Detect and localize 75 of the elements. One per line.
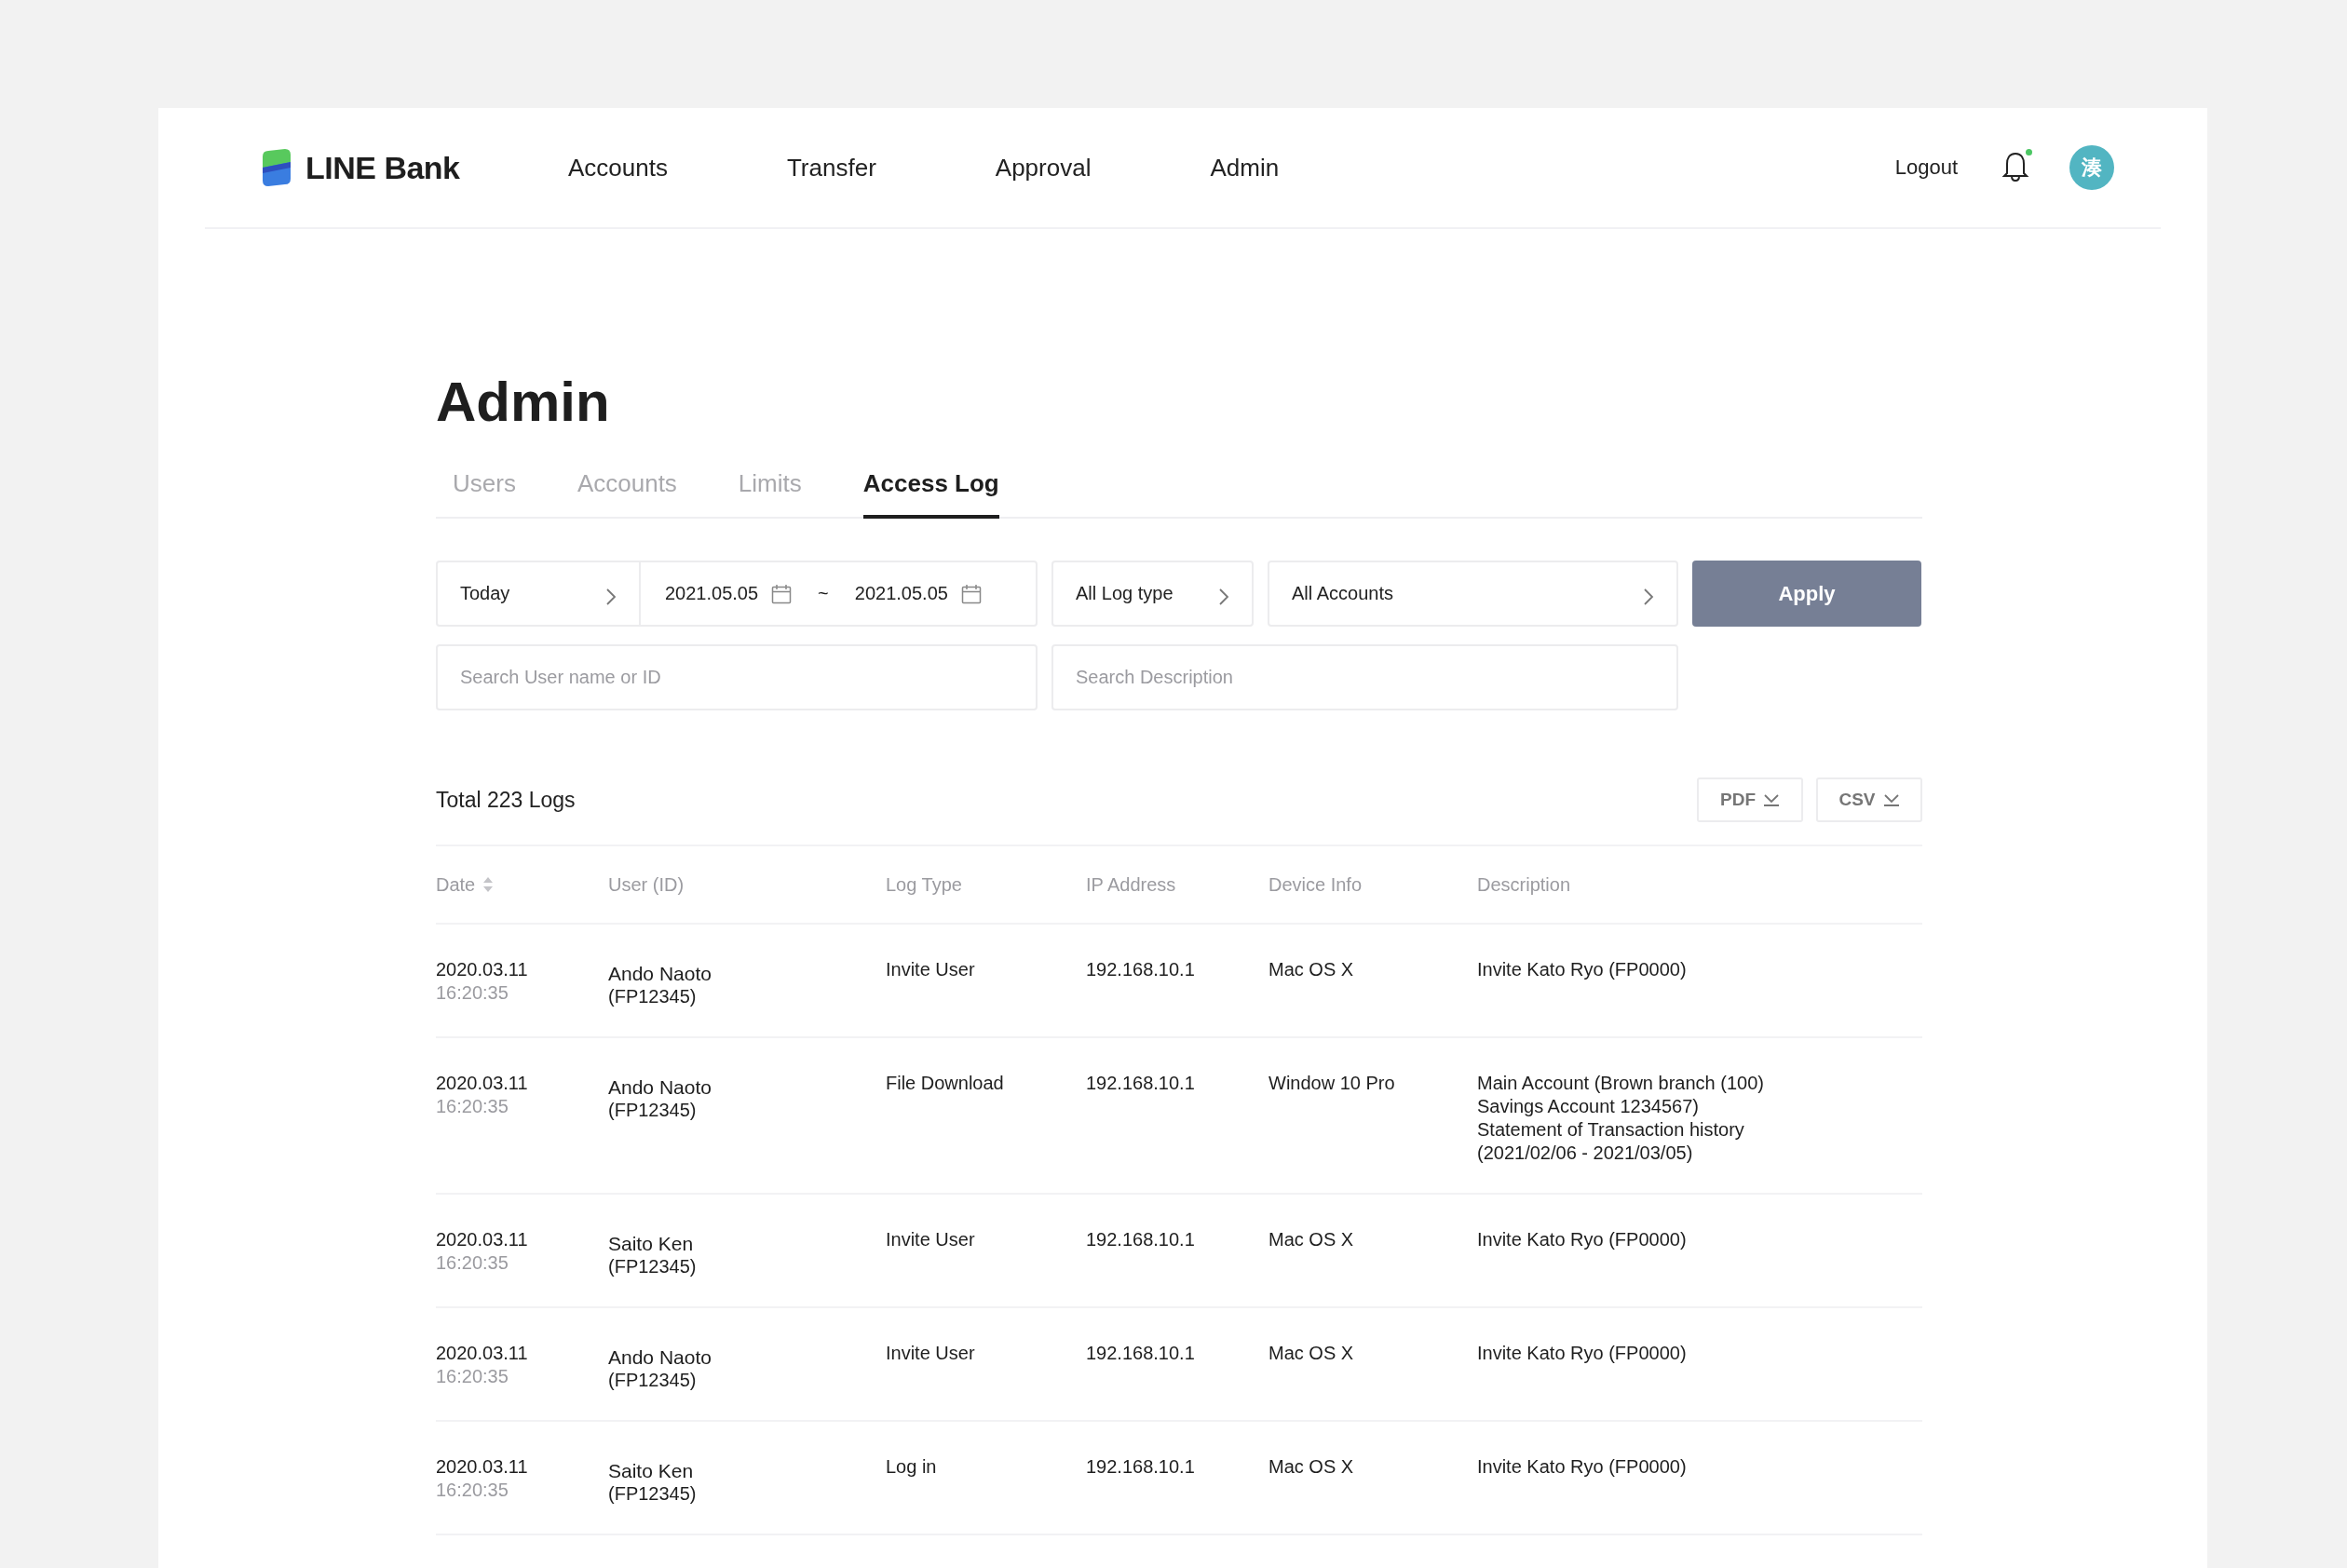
column-header: IP Address bbox=[1086, 873, 1177, 896]
logout-link[interactable]: Logout bbox=[1894, 155, 1958, 180]
device-cell-text: Window 10 Pro bbox=[1268, 1072, 1396, 1095]
log-type-cell-text: File Download bbox=[886, 1072, 1005, 1095]
column-header: Device Info bbox=[1268, 873, 1363, 896]
nav-link[interactable]: Accounts bbox=[568, 153, 668, 182]
calendar-icon bbox=[960, 583, 982, 604]
ip-cell-text: 192.168.10.1 bbox=[1086, 958, 1196, 981]
bell-icon bbox=[2001, 151, 2029, 182]
export-button[interactable]: CSV bbox=[1816, 777, 1922, 822]
chevron-right-icon bbox=[605, 587, 617, 606]
date-cell-text: 2020.03.11 bbox=[436, 1072, 529, 1095]
device-cell-text: Mac OS X bbox=[1268, 1228, 1355, 1251]
download-icon bbox=[1882, 792, 1900, 807]
chevron-right-icon bbox=[1643, 587, 1654, 606]
period-select[interactable]: Today bbox=[438, 562, 641, 625]
ip-cell-text: 192.168.10.1 bbox=[1086, 1342, 1196, 1365]
description-cell-text: Invite Kato Ryo (FP0000) bbox=[1477, 1228, 1688, 1251]
brand-name: LINE Bank bbox=[305, 149, 460, 186]
account-select[interactable]: All Accounts bbox=[1268, 561, 1678, 627]
log-type-cell-text: Invite User bbox=[886, 958, 976, 981]
date-cell-text: 2020.03.11 bbox=[436, 1228, 529, 1251]
date-cell-text: 2020.03.11 bbox=[436, 1342, 529, 1365]
range-separator: ~ bbox=[818, 583, 829, 604]
user-name: Saito Ken bbox=[608, 1232, 695, 1255]
user-name: Ando Naoto bbox=[608, 1345, 712, 1369]
log-count: Total 223 Logs bbox=[436, 787, 576, 813]
log-type-cell-text: Log in bbox=[886, 1455, 938, 1479]
user-id: (FP12345) bbox=[608, 1099, 698, 1122]
device-cell-text: Mac OS X bbox=[1268, 1342, 1355, 1365]
date-from-field[interactable]: 2021.05.05 bbox=[665, 583, 793, 604]
device-cell-text: Mac OS X bbox=[1268, 1455, 1355, 1479]
calendar-icon bbox=[771, 583, 793, 604]
ip-cell-text: 192.168.10.1 bbox=[1086, 1455, 1196, 1479]
page-title: Admin bbox=[436, 370, 611, 435]
description-cell-text: Invite Kato Ryo (FP0000) bbox=[1477, 1455, 1688, 1479]
time-cell-text: 16:20:35 bbox=[436, 1479, 509, 1502]
user-id: (FP12345) bbox=[608, 1255, 698, 1278]
export-button[interactable]: PDF bbox=[1697, 777, 1803, 822]
description-cell-text: Invite Kato Ryo (FP0000) bbox=[1477, 958, 1688, 981]
user-id: (FP12345) bbox=[608, 1482, 698, 1506]
date-cell-text: 2020.03.11 bbox=[436, 958, 529, 981]
description-cell-text: Invite Kato Ryo (FP0000) bbox=[1477, 1342, 1688, 1365]
user-name: Ando Naoto bbox=[608, 962, 712, 985]
logo-icon bbox=[261, 149, 292, 186]
download-icon bbox=[1763, 792, 1780, 807]
apply-button[interactable]: Apply bbox=[1692, 561, 1921, 627]
date-to-field[interactable]: 2021.05.05 bbox=[854, 583, 982, 604]
nav-link[interactable]: Approval bbox=[995, 153, 1092, 182]
date-cell-text: 2020.03.11 bbox=[436, 1455, 529, 1479]
user-name: Saito Ken bbox=[608, 1459, 695, 1482]
user-search-field[interactable]: Search User name or ID bbox=[436, 644, 1038, 710]
user-id: (FP12345) bbox=[608, 985, 698, 1008]
log-type-cell-text: Invite User bbox=[886, 1342, 976, 1365]
log-type-cell-text: Invite User bbox=[886, 1228, 976, 1251]
chevron-right-icon bbox=[1218, 587, 1229, 606]
column-header: Description bbox=[1477, 873, 1572, 896]
nav-link[interactable]: Transfer bbox=[786, 153, 876, 182]
date-range-field[interactable]: Today 2021.05.05 ~ 2021.05.05 bbox=[436, 561, 1038, 627]
description-cell-text: Main Account (Brown branch (100) Savings Account 1234567) Statement of Transaction history (2021/02/06 - 2021/03/05) bbox=[1477, 1072, 1765, 1165]
nav-link[interactable]: Admin bbox=[1210, 153, 1280, 182]
description-search-field[interactable]: Search Description bbox=[1051, 644, 1678, 710]
ip-cell-text: 192.168.10.1 bbox=[1086, 1228, 1196, 1251]
time-cell-text: 16:20:35 bbox=[436, 1251, 509, 1275]
time-cell-text: 16:20:35 bbox=[436, 1365, 509, 1388]
column-header: User (ID) bbox=[608, 873, 685, 896]
user-name: Ando Naoto bbox=[608, 1075, 712, 1099]
log-type-select[interactable]: All Log type bbox=[1051, 561, 1254, 627]
time-cell-text: 16:20:35 bbox=[436, 981, 509, 1005]
time-cell-text: 16:20:35 bbox=[436, 1095, 509, 1118]
device-cell-text: Mac OS X bbox=[1268, 958, 1355, 981]
user-id: (FP12345) bbox=[608, 1369, 698, 1392]
ip-cell-text: 192.168.10.1 bbox=[1086, 1072, 1196, 1095]
column-header: Log Type bbox=[886, 873, 963, 896]
tab[interactable]: Access Log bbox=[862, 462, 999, 519]
